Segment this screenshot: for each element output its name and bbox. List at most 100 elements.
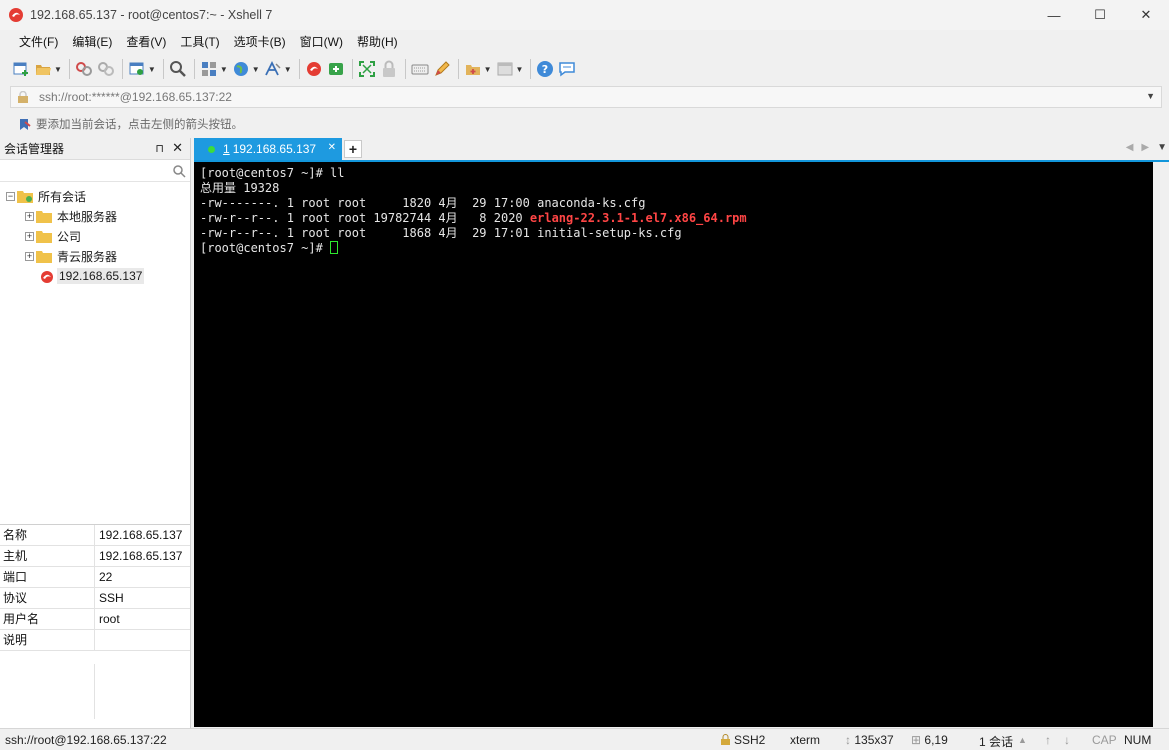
address-bar[interactable]: ssh://root:******@192.168.65.137:22 ▼ (10, 86, 1162, 108)
property-key: 端口 (0, 567, 95, 587)
property-value: 22 (99, 570, 113, 584)
bookmark-arrow-icon[interactable] (18, 118, 31, 131)
expand-icon[interactable]: + (25, 251, 34, 261)
folder-icon (36, 210, 52, 223)
xshell-button[interactable] (305, 58, 323, 80)
tree-item-folder[interactable]: + 青云服务器 (0, 246, 190, 266)
pen-icon (434, 61, 450, 76)
menu-tools[interactable]: 工具(T) (173, 31, 226, 53)
window-list-button[interactable]: ▼ (496, 58, 523, 80)
menu-file[interactable]: 文件(F) (12, 31, 65, 53)
tab-navigation: ◀ ▶ ▼ (1126, 142, 1167, 153)
window-gear-icon (129, 62, 144, 75)
toolbar-divider (68, 59, 70, 79)
property-row: 端口 22 (0, 567, 190, 588)
connect-button[interactable] (75, 58, 93, 80)
property-row: 用户名 root (0, 609, 190, 630)
terminal-scrollbar[interactable] (1153, 162, 1169, 727)
session-tree: − 所有会话 + 本地服务器 + 公司 + 青云服务器 192.168.65.1… (0, 182, 190, 286)
property-key: 主机 (0, 546, 95, 566)
window-title: 192.168.65.137 - root@centos7:~ - Xshell… (30, 7, 273, 22)
layout-icon (201, 62, 216, 76)
chat-button[interactable] (558, 58, 576, 80)
help-button[interactable]: ? (536, 58, 554, 80)
menu-view[interactable]: 查看(V) (119, 31, 173, 53)
collapse-icon[interactable]: − (6, 191, 15, 201)
disconnect-icon (97, 62, 114, 76)
terminal-cursor (330, 241, 339, 254)
chevron-down-icon: ▼ (483, 64, 492, 74)
transfer-button[interactable]: ▼ (128, 58, 156, 80)
lock-icon (18, 91, 28, 103)
tree-item-folder[interactable]: + 本地服务器 (0, 206, 190, 226)
keyboard-button[interactable] (411, 58, 429, 80)
cursor-pos-text: 6,19 (924, 733, 948, 747)
fullscreen-icon (358, 61, 375, 77)
folder-icon (36, 230, 52, 243)
chevron-left-icon[interactable]: ◀ (1126, 142, 1134, 153)
property-row: 名称 192.168.65.137 (0, 525, 190, 546)
close-tab-icon[interactable]: ✕ (328, 142, 336, 153)
search-icon[interactable] (172, 164, 186, 178)
find-button[interactable] (169, 58, 187, 80)
terminal-line: 总用量 19328 (200, 181, 280, 195)
disconnect-button[interactable] (97, 58, 115, 80)
open-session-button[interactable]: ▼ (34, 58, 62, 80)
close-window-button[interactable]: ✕ (1123, 0, 1169, 30)
expand-icon[interactable]: + (25, 211, 34, 221)
lock-icon (721, 734, 730, 745)
tip-bar: 要添加当前会话，点击左侧的箭头按钮。 (0, 112, 1169, 136)
status-sessions[interactable]: 1 会话 (979, 733, 1013, 750)
address-input[interactable]: ssh://root:******@192.168.65.137:22 (39, 90, 232, 104)
tree-item-session[interactable]: 192.168.65.137 (0, 266, 190, 286)
cursor-pos-icon: ⊞ (911, 733, 922, 747)
tree-item-all-sessions[interactable]: − 所有会话 (0, 186, 190, 206)
toolbar: ▼ ▼ ▼ ▼ ▼ ▼ ▼ ? (0, 54, 1169, 84)
expand-icon[interactable]: + (25, 231, 34, 241)
session-search-input[interactable] (0, 160, 190, 182)
chevron-down-icon[interactable]: ▼ (1146, 91, 1155, 101)
xftp-button[interactable] (327, 58, 345, 80)
chevron-up-icon[interactable]: ▲ (1018, 735, 1027, 745)
terminal-line: [root@centos7 ~]# ll (200, 166, 345, 180)
highlight-button[interactable] (433, 58, 451, 80)
globe-icon (233, 62, 248, 76)
tree-label: 所有会话 (38, 189, 87, 204)
folder-icon (36, 250, 52, 263)
globe-button[interactable]: ▼ (232, 58, 260, 80)
tree-item-folder[interactable]: + 公司 (0, 226, 190, 246)
menu-tab[interactable]: 选项卡(B) (227, 31, 293, 53)
font-icon (264, 60, 281, 76)
terminal-line: -rw-r--r--. 1 root root 19782744 4月 8 20… (200, 211, 1153, 226)
maximize-button[interactable]: ☐ (1077, 0, 1123, 30)
font-button[interactable]: ▼ (264, 58, 292, 80)
tab-session-1[interactable]: 1 192.168.65.137 ✕ (194, 138, 342, 160)
arrow-down-icon[interactable]: ↓ (1064, 733, 1070, 747)
add-folder-button[interactable]: ▼ (464, 58, 492, 80)
property-value: root (99, 612, 120, 626)
arrow-up-icon[interactable]: ↑ (1045, 733, 1051, 747)
close-icon: ✕ (1140, 7, 1152, 22)
close-panel-icon[interactable]: ✕ (172, 140, 183, 156)
keyboard-icon (411, 64, 429, 75)
menu-window[interactable]: 窗口(W) (293, 31, 350, 53)
chevron-right-icon[interactable]: ▶ (1141, 142, 1149, 153)
minimize-button[interactable]: — (1031, 0, 1077, 30)
pin-icon[interactable]: ⊓ (155, 142, 164, 155)
search-icon (169, 61, 186, 77)
session-manager-header: 会话管理器 ⊓ ✕ (0, 138, 190, 160)
menu-bar: 文件(F) 编辑(E) 查看(V) 工具(T) 选项卡(B) 窗口(W) 帮助(… (0, 30, 1169, 54)
xshell-logo-icon (9, 7, 23, 22)
session-manager-title: 会话管理器 (4, 142, 65, 156)
new-session-button[interactable] (12, 58, 30, 80)
layout-button[interactable]: ▼ (200, 58, 228, 80)
new-tab-button[interactable]: + (344, 140, 362, 158)
menu-help[interactable]: 帮助(H) (350, 31, 405, 53)
fullscreen-button[interactable] (358, 58, 376, 80)
chevron-down-icon[interactable]: ▼ (1157, 142, 1167, 153)
lock-button[interactable] (380, 58, 398, 80)
help-icon: ? (537, 61, 554, 77)
tree-label: 公司 (57, 229, 82, 244)
terminal-output[interactable]: [root@centos7 ~]# ll 总用量 19328 -rw------… (194, 162, 1153, 727)
menu-edit[interactable]: 编辑(E) (65, 31, 119, 53)
